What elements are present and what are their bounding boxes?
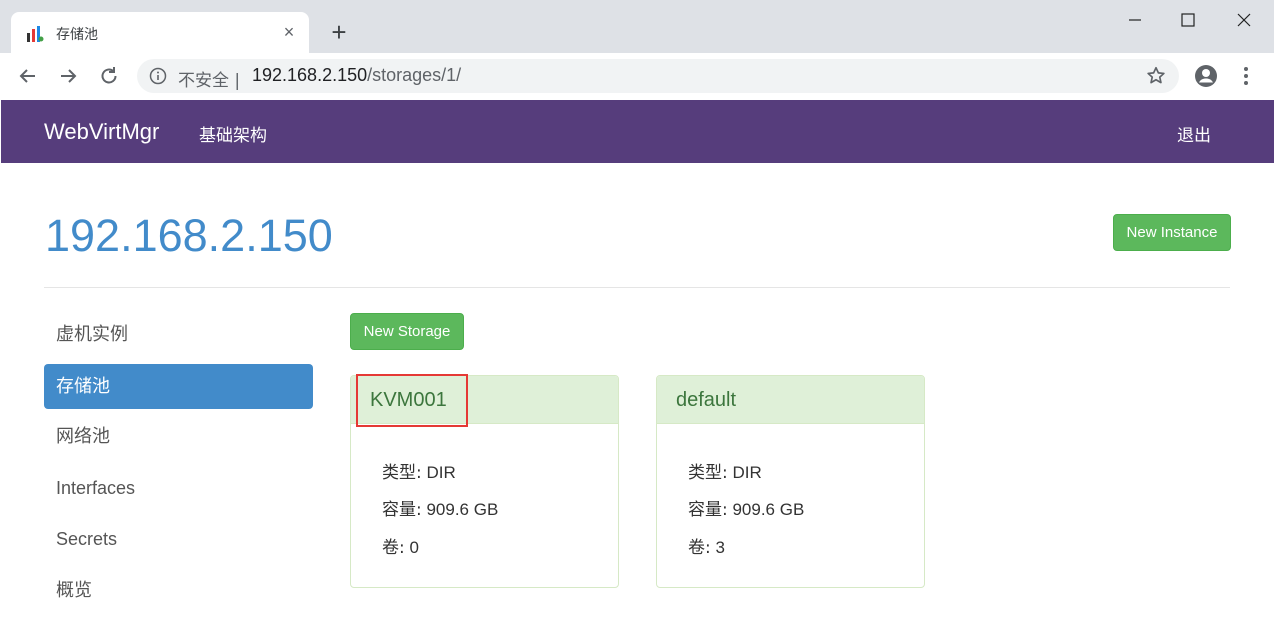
sidebar-item-interfaces[interactable]: Interfaces	[44, 466, 313, 511]
sidebar-item-overview[interactable]: 概览	[44, 568, 313, 613]
storage-volumes-label: 卷:	[382, 538, 405, 558]
back-arrow-icon[interactable]	[16, 64, 40, 88]
sidebar-item-networks[interactable]: 网络池	[44, 414, 313, 459]
brand-link[interactable]: WebVirtMgr	[44, 119, 159, 145]
tab-title: 存储池	[56, 27, 98, 43]
storage-type-label: 类型:	[688, 463, 728, 483]
storage-type: 类型: DIR	[688, 458, 762, 483]
storage-type-label: 类型:	[382, 463, 422, 483]
new-storage-button[interactable]: New Storage	[350, 313, 464, 350]
storage-type-value: DIR	[732, 463, 762, 482]
new-tab-button[interactable]: +	[326, 19, 352, 46]
storage-volumes-label: 卷:	[688, 538, 711, 558]
logout-link[interactable]: 退出	[1177, 121, 1211, 146]
tab-close-icon[interactable]: ×	[279, 22, 299, 42]
browser-tabstrip: 存储池 × +	[0, 0, 1274, 53]
storage-size-label: 容量:	[688, 500, 728, 520]
storage-size: 容量: 909.6 GB	[382, 495, 498, 520]
url-text[interactable]: 192.168.2.150/storages/1/	[252, 65, 461, 86]
browser-toolbar: 不安全 | 192.168.2.150/storages/1/	[0, 53, 1274, 100]
storage-type-value: DIR	[426, 463, 456, 482]
window-close-icon[interactable]	[1229, 8, 1259, 32]
kebab-menu-icon[interactable]	[1236, 64, 1256, 88]
reload-icon[interactable]	[97, 64, 121, 88]
storage-volumes: 卷: 0	[382, 533, 419, 558]
storage-panel: default 类型: DIR 容量: 909.6 GB 卷: 3	[656, 375, 925, 588]
storage-volumes-value: 0	[409, 538, 419, 557]
storage-size-value: 909.6 GB	[426, 500, 499, 519]
storage-type: 类型: DIR	[382, 458, 456, 483]
favicon-icon	[27, 26, 44, 42]
maximize-icon[interactable]	[1173, 8, 1203, 32]
url-path: /storages/1/	[367, 65, 462, 85]
url-host: 192.168.2.150	[252, 65, 368, 85]
info-icon[interactable]	[149, 67, 167, 85]
storage-volumes: 卷: 3	[688, 533, 725, 558]
sidebar-item-storages[interactable]: 存储池	[44, 364, 313, 409]
storage-volumes-value: 3	[715, 538, 725, 557]
sidebar-item-instances[interactable]: 虚机实例	[44, 312, 313, 357]
storage-name-link[interactable]: default	[676, 389, 736, 412]
divider	[44, 287, 1230, 288]
minimize-icon[interactable]	[1120, 8, 1150, 32]
storage-size-value: 909.6 GB	[732, 500, 805, 519]
top-navbar: WebVirtMgr 基础架构 退出	[1, 100, 1274, 163]
new-instance-button[interactable]: New Instance	[1113, 214, 1231, 251]
profile-icon[interactable]	[1194, 64, 1218, 88]
highlight-annotation	[356, 374, 468, 427]
browser-tab[interactable]: 存储池 ×	[11, 12, 309, 53]
security-label: 不安全 |	[178, 71, 241, 91]
storage-panel-heading: default	[657, 376, 924, 424]
sidebar-item-secrets[interactable]: Secrets	[44, 517, 313, 562]
page-title: 192.168.2.150	[45, 210, 333, 261]
storage-size-label: 容量:	[382, 500, 422, 520]
bookmark-star-icon[interactable]	[1145, 65, 1167, 87]
nav-infrastructure-link[interactable]: 基础架构	[199, 121, 267, 146]
storage-size: 容量: 909.6 GB	[688, 495, 804, 520]
forward-arrow-icon[interactable]	[56, 64, 80, 88]
address-bar[interactable]: 不安全 | 192.168.2.150/storages/1/	[137, 59, 1179, 93]
